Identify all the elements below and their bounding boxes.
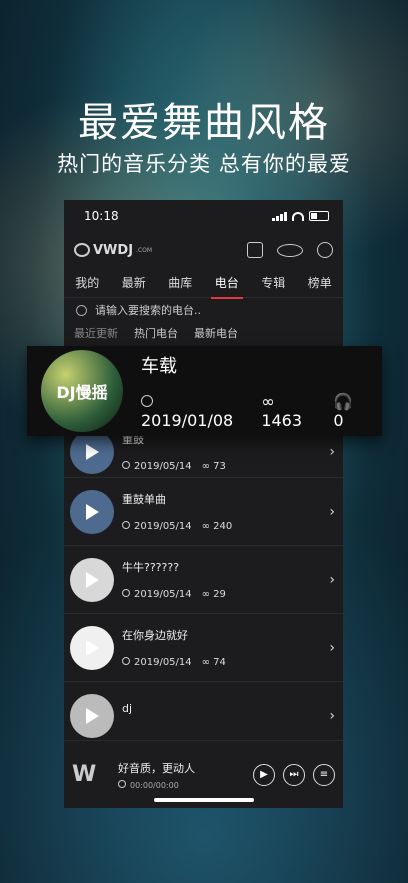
row-date: 2019/05/14 xyxy=(134,657,192,668)
search-icon xyxy=(76,304,87,316)
play-icon xyxy=(86,503,99,520)
logo-icon xyxy=(74,243,90,257)
chevron-right-icon[interactable]: › xyxy=(329,640,335,656)
status-bar: 10:18 xyxy=(64,200,343,232)
chevron-right-icon[interactable]: › xyxy=(329,708,335,724)
featured-plays: ∞ 1463 xyxy=(261,392,303,430)
avatar[interactable] xyxy=(70,429,114,474)
search-bar[interactable]: 请输入要搜索的电台.. xyxy=(64,298,343,322)
list-item[interactable]: 牛牛?????? 2019/05/14 ∞ 29 › xyxy=(64,546,343,614)
promo-subline: 热门的音乐分类 总有你的最爱 xyxy=(57,152,351,176)
row-date: 2019/05/14 xyxy=(134,461,192,472)
row-plays: ∞ 29 xyxy=(201,589,226,600)
row-title: 重鼓单曲 xyxy=(122,493,166,506)
row-title: 在你身边就好 xyxy=(122,629,188,642)
subtab-new[interactable]: 最新电台 xyxy=(194,325,238,341)
device-icon[interactable] xyxy=(247,242,263,258)
phone-screen: 10:18 VWDJ .COM 我的 最新 曲库 电台 专辑 榜单 请输入要搜索… xyxy=(64,200,343,808)
subtab-recent[interactable]: 最近更新 xyxy=(74,325,118,341)
tab-chart[interactable]: 榜单 xyxy=(304,268,336,297)
clock-icon xyxy=(122,657,130,665)
avatar[interactable] xyxy=(70,489,114,534)
tab-library[interactable]: 曲库 xyxy=(164,268,196,297)
clock-icon xyxy=(122,461,130,469)
featured-card[interactable]: DJ慢摇 车载 2019/01/08 ∞ 1463 🎧 0 xyxy=(27,346,382,436)
mini-player: W 好音质，更动人 00:00/00:00 ▶ ⏭ ≡ xyxy=(64,740,343,808)
list-item[interactable]: 重鼓单曲 2019/05/14 ∞ 240 › xyxy=(64,478,343,546)
play-button[interactable]: ▶ xyxy=(253,763,275,786)
play-icon xyxy=(86,571,99,588)
list-item[interactable]: 在你身边就好 2019/05/14 ∞ 74 › xyxy=(64,614,343,682)
row-date: 2019/05/14 xyxy=(134,589,192,600)
search-input[interactable]: 请输入要搜索的电台.. xyxy=(95,302,201,318)
radio-list: 重鼓 2019/05/14 ∞ 73 › 重鼓单曲 2019/05/14 ∞ 2… xyxy=(64,426,343,750)
player-time: 00:00/00:00 xyxy=(118,779,253,790)
chevron-right-icon[interactable]: › xyxy=(329,504,335,520)
featured-art[interactable]: DJ慢摇 xyxy=(41,350,123,432)
status-time: 10:18 xyxy=(84,209,119,223)
gear-icon[interactable] xyxy=(317,242,333,258)
app-header: VWDJ .COM xyxy=(64,232,343,268)
play-icon xyxy=(86,639,99,656)
home-indicator[interactable] xyxy=(154,798,254,802)
promo-headline: 最爱舞曲风格 xyxy=(78,100,330,146)
signal-icon xyxy=(272,211,287,221)
play-icon xyxy=(86,443,99,460)
player-logo-icon: W xyxy=(72,762,97,787)
logo-sub: .COM xyxy=(136,246,153,254)
tab-latest[interactable]: 最新 xyxy=(118,268,150,297)
featured-listeners: 🎧 0 xyxy=(333,392,354,430)
chevron-right-icon[interactable]: › xyxy=(329,444,335,460)
player-title: 好音质，更动人 xyxy=(118,761,195,775)
app-logo[interactable]: VWDJ .COM xyxy=(74,243,152,258)
row-title: dj xyxy=(122,702,133,715)
row-title: 牛牛?????? xyxy=(122,561,180,574)
featured-title: 车载 xyxy=(141,356,177,377)
battery-icon xyxy=(309,211,329,221)
subtab-hot[interactable]: 热门电台 xyxy=(134,325,178,341)
tab-bar: 我的 最新 曲库 电台 专辑 榜单 xyxy=(64,268,343,299)
clock-icon xyxy=(122,521,130,529)
row-plays: ∞ 74 xyxy=(201,657,226,668)
row-date: 2019/05/14 xyxy=(134,521,192,532)
avatar[interactable] xyxy=(70,625,114,670)
playlist-button[interactable]: ≡ xyxy=(313,763,335,786)
clock-icon xyxy=(141,395,153,407)
row-plays: ∞ 73 xyxy=(201,461,226,472)
tab-mine[interactable]: 我的 xyxy=(71,268,103,297)
avatar[interactable] xyxy=(70,557,114,602)
tab-radio[interactable]: 电台 xyxy=(210,268,243,299)
chevron-right-icon[interactable]: › xyxy=(329,572,335,588)
subtab-bar: 最近更新 热门电台 最新电台 xyxy=(64,322,343,344)
logo-text: VWDJ xyxy=(93,242,134,258)
play-icon xyxy=(86,707,99,724)
avatar[interactable] xyxy=(70,693,114,738)
tab-album[interactable]: 专辑 xyxy=(257,268,289,297)
clock-icon xyxy=(122,589,130,597)
featured-date: 2019/01/08 xyxy=(141,411,234,430)
next-button[interactable]: ⏭ xyxy=(283,763,305,786)
search-icon[interactable] xyxy=(277,243,303,257)
row-plays: ∞ 240 xyxy=(201,521,233,532)
wifi-icon xyxy=(292,211,304,221)
